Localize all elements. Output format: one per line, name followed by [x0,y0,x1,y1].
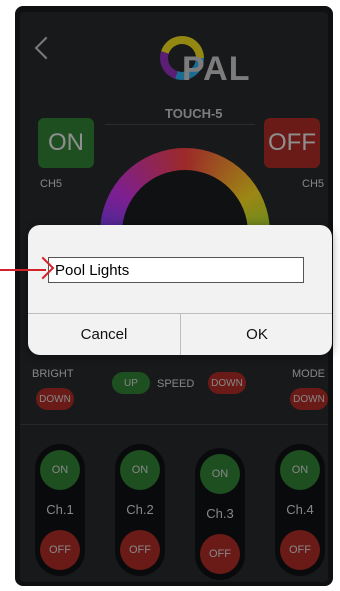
cancel-button[interactable]: Cancel [28,314,180,355]
rename-dialog: Cancel OK [28,225,332,355]
ok-button[interactable]: OK [181,314,332,355]
name-input[interactable] [48,257,304,283]
